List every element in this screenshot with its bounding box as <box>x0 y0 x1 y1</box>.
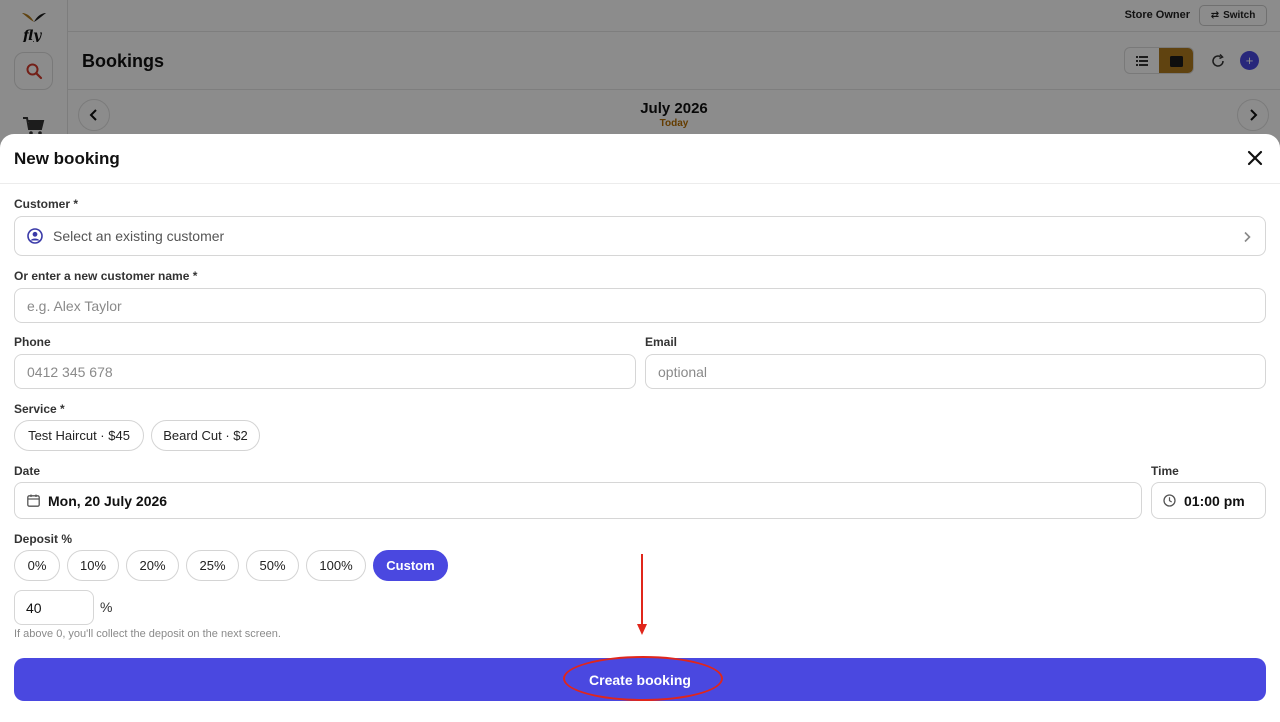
deposit-hint: If above 0, you'll collect the deposit o… <box>14 628 281 640</box>
time-label: Time <box>1151 464 1179 478</box>
date-picker[interactable]: Mon, 20 July 2026 <box>14 482 1142 519</box>
sheet-title: New booking <box>14 149 120 168</box>
new-customer-input[interactable]: e.g. Alex Taylor <box>14 288 1266 323</box>
deposit-label: Deposit % <box>14 532 73 546</box>
date-label: Date <box>14 464 41 478</box>
sheet-header: New booking <box>0 134 1280 184</box>
time-value: 01:00 pm <box>1184 492 1245 509</box>
deposit-option-0[interactable]: 0% <box>14 550 60 581</box>
annotation-circle <box>563 656 723 701</box>
phone-label: Phone <box>14 335 51 349</box>
calendar-icon <box>27 494 40 507</box>
deposit-option-10[interactable]: 10% <box>67 550 119 581</box>
percent-unit: % <box>100 599 113 615</box>
phone-input[interactable]: 0412 345 678 <box>14 354 636 389</box>
annotation-arrow <box>637 554 647 635</box>
deposit-option-custom[interactable]: Custom <box>373 550 448 581</box>
new-customer-placeholder: e.g. Alex Taylor <box>27 297 122 314</box>
phone-placeholder: 0412 345 678 <box>27 363 113 380</box>
new-customer-label: Or enter a new customer name * <box>14 269 198 283</box>
email-placeholder: optional <box>658 363 708 380</box>
service-label: Service * <box>14 402 65 416</box>
time-picker[interactable]: 01:00 pm <box>1151 482 1266 519</box>
chevron-right-icon <box>1244 231 1251 243</box>
deposit-option-20[interactable]: 20% <box>126 550 179 581</box>
email-input[interactable]: optional <box>645 354 1266 389</box>
email-label: Email <box>645 335 678 349</box>
deposit-option-100[interactable]: 100% <box>306 550 366 581</box>
close-icon[interactable] <box>1246 149 1264 167</box>
deposit-option-50[interactable]: 50% <box>246 550 299 581</box>
service-option-test-haircut[interactable]: Test Haircut · $45 <box>14 420 144 451</box>
date-value: Mon, 20 July 2026 <box>48 492 168 509</box>
custom-deposit-input[interactable]: 40 <box>14 590 94 625</box>
custom-deposit-value: 40 <box>26 599 42 616</box>
customer-label: Customer * <box>14 197 79 211</box>
deposit-option-25[interactable]: 25% <box>186 550 239 581</box>
user-circle-icon <box>27 228 43 244</box>
clock-icon <box>1163 494 1176 507</box>
customer-select-placeholder: Select an existing customer <box>53 228 225 244</box>
service-option-beard-cut[interactable]: Beard Cut · $2 <box>151 420 260 451</box>
customer-select[interactable]: Select an existing customer <box>14 216 1266 256</box>
